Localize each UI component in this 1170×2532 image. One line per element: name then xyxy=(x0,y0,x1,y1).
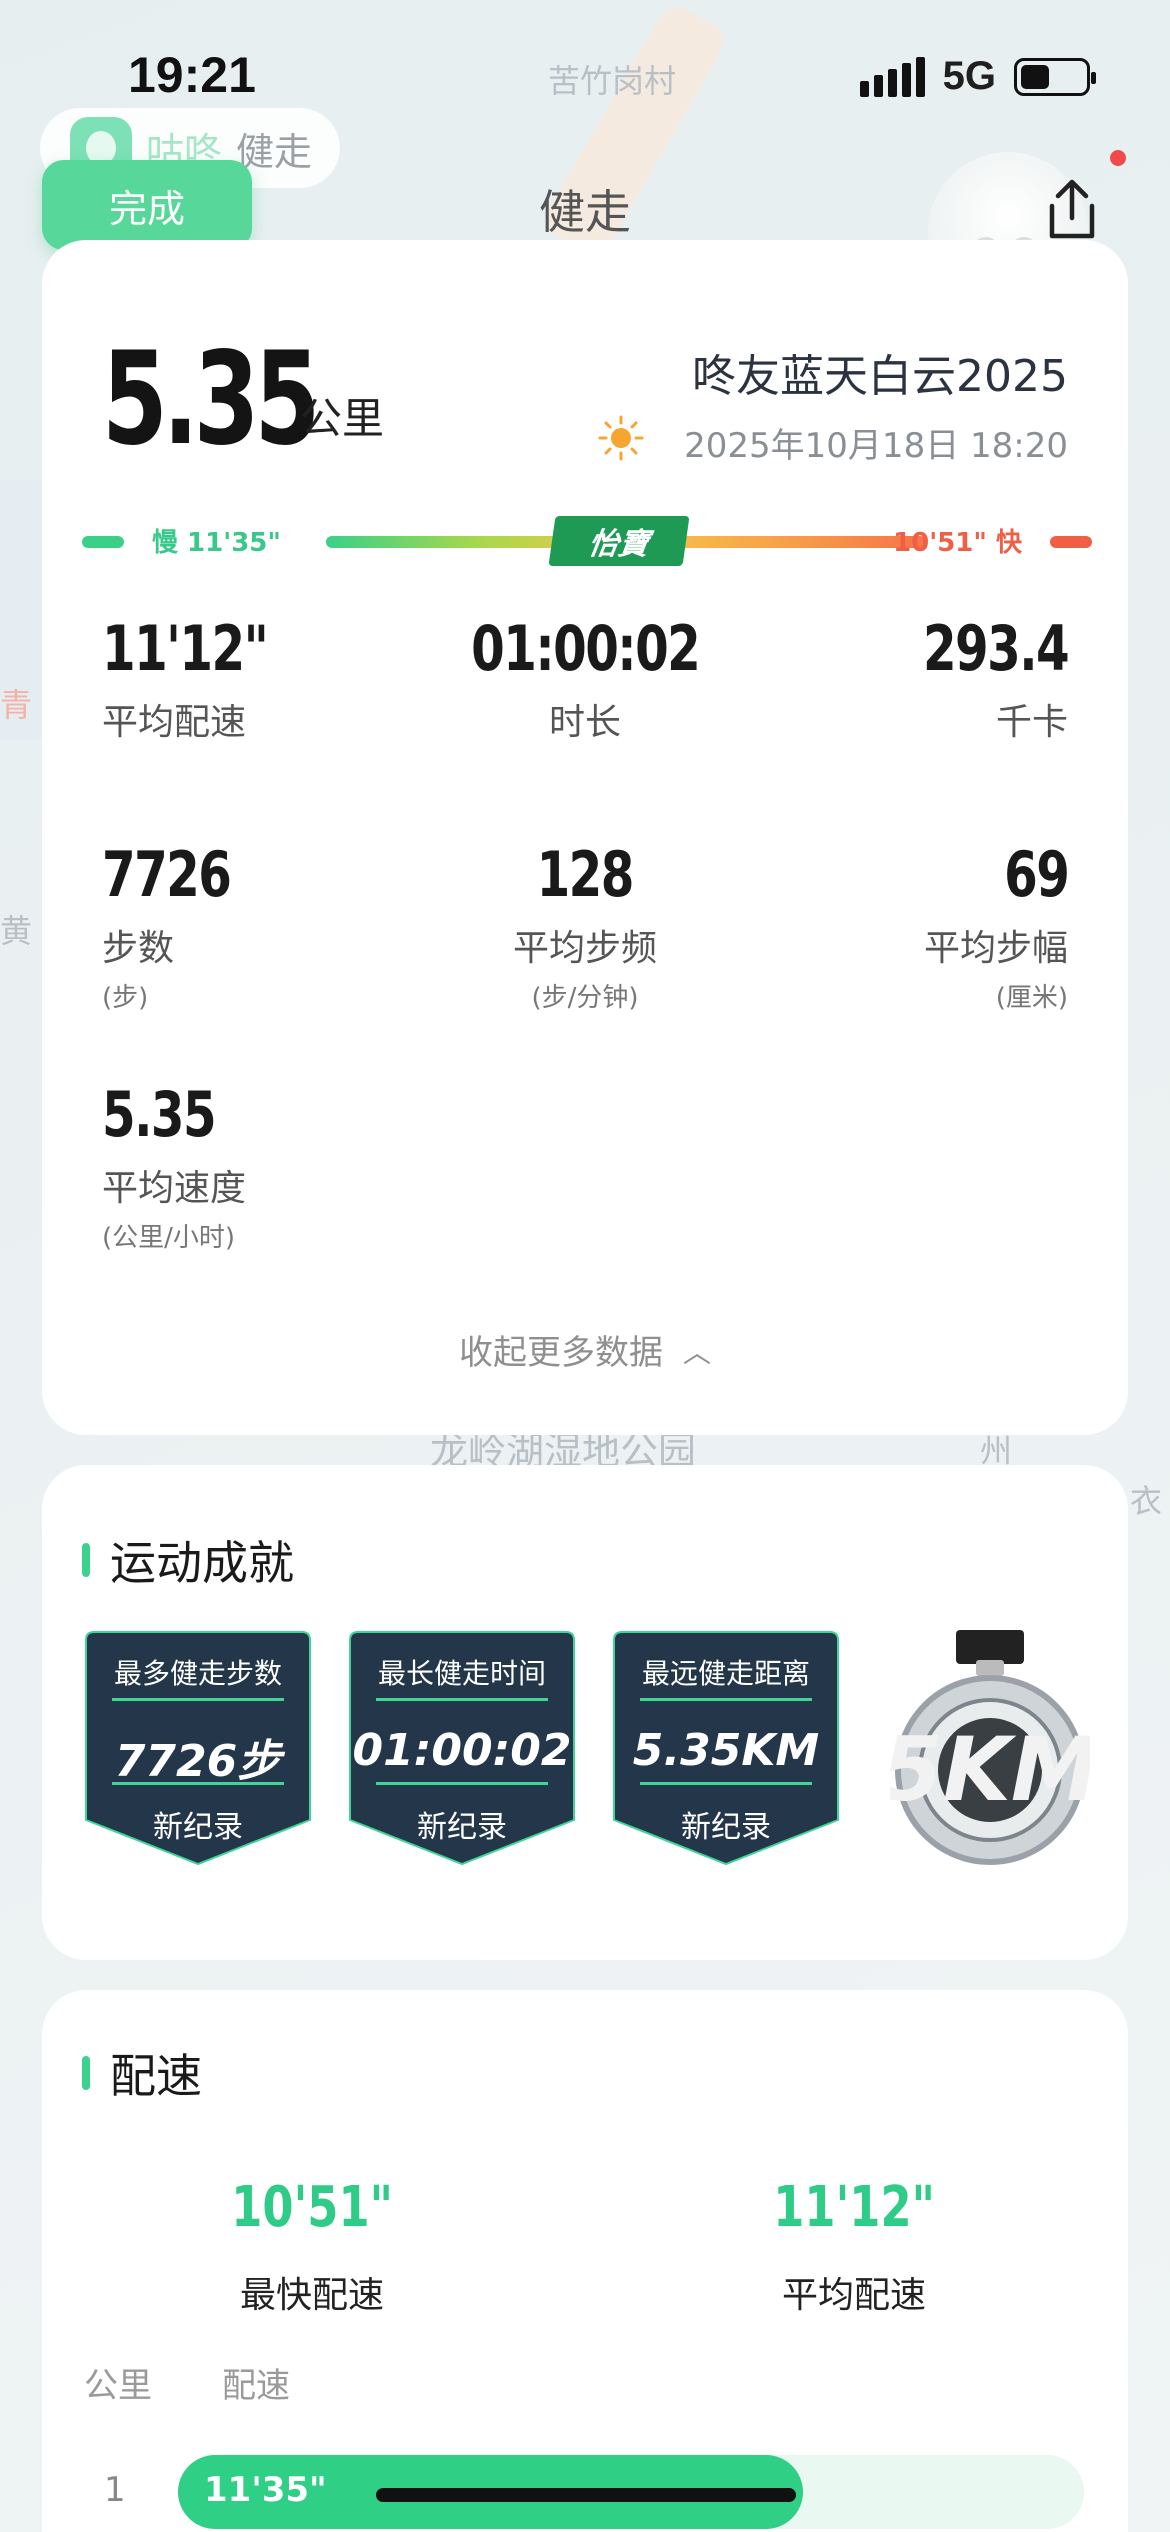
map-label: 黄 xyxy=(0,912,33,950)
status-icons: 5G xyxy=(859,54,1096,99)
pace-range-bar: 慢 11'35" 怡寶 10'51" 快 xyxy=(82,510,1092,570)
achievements-card: 运动成就 最多健走步数 7726步 新纪录 最长健走时间 01:00:02 新纪… xyxy=(42,1465,1128,1960)
5km-medal-icon[interactable]: 5KM xyxy=(890,1630,1090,1870)
average-pace-value: 11'12" xyxy=(773,2175,935,2240)
stat-value: 5.35 xyxy=(102,1078,217,1151)
fastest-pace: 10'51" 最快配速 xyxy=(152,2175,472,2318)
badge-farthest-distance[interactable]: 最远健走距离 5.35KM 新纪录 xyxy=(606,1630,846,1866)
column-header-pace: 配速 xyxy=(222,2366,290,2406)
network-type: 5G xyxy=(942,54,996,98)
status-time: 19:21 xyxy=(128,47,256,103)
app-subtitle: 健走 xyxy=(236,129,313,174)
split-pace: 11'35" xyxy=(204,2470,327,2510)
badge-longest-time[interactable]: 最长健走时间 01:00:02 新纪录 xyxy=(342,1630,582,1866)
achievements-title: 运动成就 xyxy=(110,1536,294,1590)
section-title: 配速 xyxy=(82,2040,202,2106)
stat-value: 128 xyxy=(536,838,635,911)
collapse-label: 收起更多数据 xyxy=(458,1333,663,1373)
pace-fast-label: 10'51" 快 xyxy=(893,528,1022,558)
chevron-up-icon: ︿ xyxy=(682,1336,711,1369)
sunny-weather-icon xyxy=(598,415,644,461)
badge-title: 最远健走距离 xyxy=(641,1657,810,1690)
svg-text:5KM: 5KM xyxy=(890,1718,1090,1821)
distance-unit: 公里 xyxy=(300,394,385,443)
stat-value: 69 xyxy=(1003,838,1070,911)
fastest-pace-label: 最快配速 xyxy=(239,2275,384,2316)
share-icon[interactable] xyxy=(1042,176,1102,242)
stat-duration: 01:00:02 时长 xyxy=(435,612,735,745)
stat-label: 步数 xyxy=(102,928,175,969)
map-label: 衣 xyxy=(1130,1482,1163,1520)
average-pace: 11'12" 平均配速 xyxy=(694,2175,1014,2318)
distance-value: 5.35 xyxy=(102,325,320,474)
stat-unit: (步/分钟) xyxy=(531,983,639,1013)
sponsor-logo: 怡寶 xyxy=(548,516,690,566)
stat-label: 平均配速 xyxy=(102,702,247,743)
pace-title: 配速 xyxy=(110,2049,202,2103)
badge-record: 新纪录 xyxy=(681,1810,771,1845)
slow-indicator xyxy=(82,536,124,548)
badge-title: 最长健走时间 xyxy=(377,1657,546,1690)
stat-calories: 293.4 千卡 xyxy=(768,612,1070,745)
stat-cadence: 128 平均步频 (步/分钟) xyxy=(435,838,735,1014)
average-pace-label: 平均配速 xyxy=(781,2275,926,2316)
stat-speed: 5.35 平均速度 (公里/小时) xyxy=(102,1078,402,1254)
section-accent-bar xyxy=(82,1543,90,1577)
badge-value: 01:00:02 xyxy=(352,1725,572,1776)
fastest-pace-value: 10'51" xyxy=(231,2175,393,2240)
event-datetime: 2025年10月18日 18:20 xyxy=(684,426,1068,466)
badge-value: 7726步 xyxy=(114,1736,282,1787)
stat-value: 01:00:02 xyxy=(470,612,701,685)
split-km: 1 xyxy=(104,2470,126,2510)
summary-card: 5.35 公里 咚友蓝天白云2025 2025年10月18日 18:20 慢 1… xyxy=(42,240,1128,1435)
stat-unit: (步) xyxy=(102,983,149,1013)
stat-label: 平均步幅 xyxy=(923,928,1068,969)
battery-icon xyxy=(1014,57,1096,96)
stat-label: 时长 xyxy=(548,702,621,743)
badge-value: 5.35KM xyxy=(632,1725,820,1776)
collapse-more-data-button[interactable]: 收起更多数据 ︿ xyxy=(42,1325,1128,1374)
stat-label: 千卡 xyxy=(995,702,1068,743)
stat-stride: 69 平均步幅 (厘米) xyxy=(768,838,1070,1014)
stat-label: 平均步频 xyxy=(512,928,657,969)
home-indicator[interactable] xyxy=(376,2488,796,2502)
stat-steps: 7726 步数 (步) xyxy=(102,838,402,1014)
badge-most-steps[interactable]: 最多健走步数 7726步 新纪录 xyxy=(78,1630,318,1866)
badge-record: 新纪录 xyxy=(153,1810,243,1845)
stat-avg-pace: 11'12" 平均配速 xyxy=(102,612,402,745)
badge-title: 最多健走步数 xyxy=(113,1657,282,1690)
column-header-km: 公里 xyxy=(84,2366,152,2406)
notification-dot xyxy=(1110,150,1126,166)
stat-unit: (厘米) xyxy=(995,983,1068,1013)
stat-label: 平均速度 xyxy=(102,1168,247,1209)
stat-unit: (公里/小时) xyxy=(102,1223,236,1253)
pace-slow-label: 慢 11'35" xyxy=(152,528,281,558)
stat-value: 293.4 xyxy=(922,612,1070,685)
fast-indicator xyxy=(1050,536,1092,548)
section-accent-bar xyxy=(82,2056,90,2090)
event-name: 咚友蓝天白云2025 xyxy=(692,351,1068,402)
stat-value: 11'12" xyxy=(102,612,269,685)
signal-icon xyxy=(859,56,925,97)
stat-value: 7726 xyxy=(102,838,232,911)
section-title: 运动成就 xyxy=(82,1527,294,1593)
pace-card: 配速 10'51" 最快配速 11'12" 平均配速 xyxy=(42,1990,1128,2532)
badge-record: 新纪录 xyxy=(417,1810,507,1845)
map-label: 青 xyxy=(0,686,33,724)
